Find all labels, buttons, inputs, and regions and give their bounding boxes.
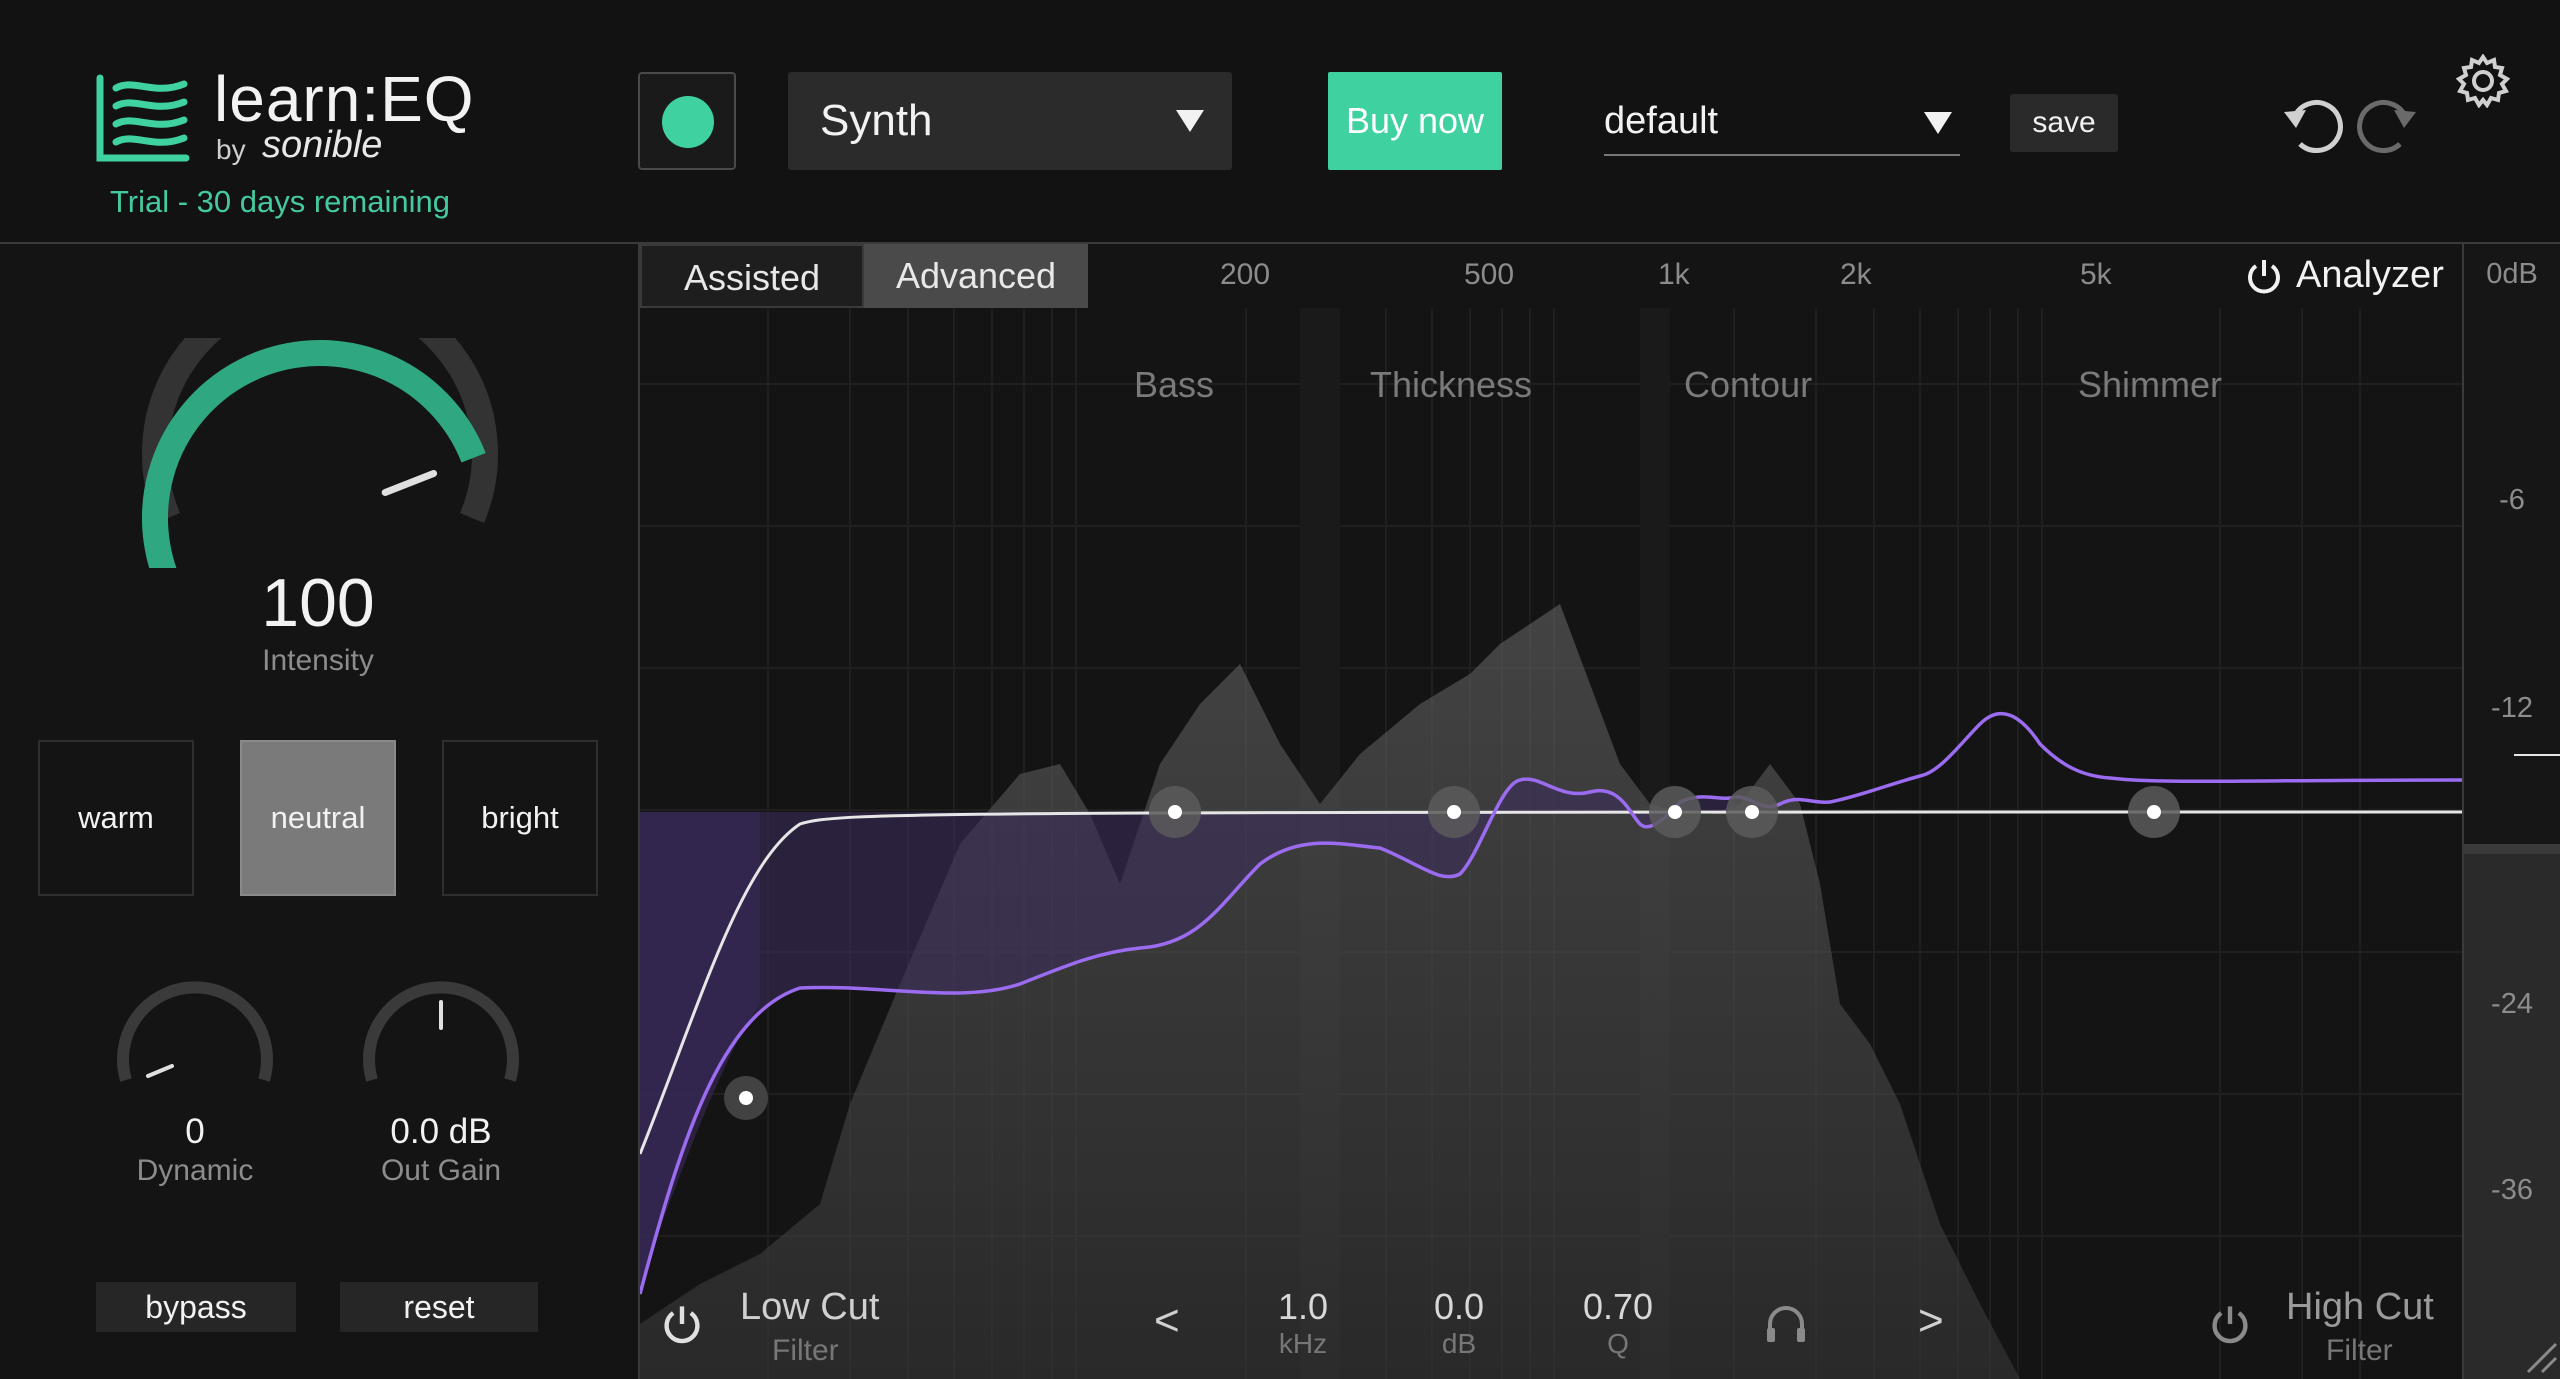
trial-status: Trial - 30 days remaining bbox=[110, 184, 450, 219]
power-icon[interactable] bbox=[2244, 256, 2284, 296]
high-cut-label[interactable]: High Cut bbox=[2286, 1286, 2434, 1329]
logo-by: by bbox=[216, 134, 246, 165]
gear-icon[interactable] bbox=[2456, 54, 2510, 108]
eq-node-dot bbox=[1168, 805, 1182, 819]
profile-type-value: Synth bbox=[820, 96, 933, 145]
analyzer-toggle[interactable]: Analyzer bbox=[2296, 254, 2444, 297]
eq-node-dot bbox=[2147, 805, 2161, 819]
param-gain-unit: dB bbox=[1441, 1328, 1477, 1359]
freq-label: 1k bbox=[1658, 258, 1690, 291]
param-gain-value[interactable]: 0.0 bbox=[1416, 1286, 1502, 1328]
high-cut-sub: Filter bbox=[2326, 1334, 2393, 1367]
save-preset-button[interactable]: save bbox=[2010, 94, 2118, 152]
power-icon[interactable] bbox=[660, 1302, 704, 1346]
logo-waves-icon bbox=[96, 74, 190, 162]
intensity-knob[interactable] bbox=[140, 338, 500, 568]
eq-node-dot bbox=[1447, 805, 1461, 819]
left-panel: 100 Intensity warm neutral bright 0 Dyna… bbox=[0, 244, 638, 1379]
out-gain-label: Out Gain bbox=[380, 1154, 502, 1187]
low-cut-label[interactable]: Low Cut bbox=[740, 1286, 879, 1329]
tab-advanced[interactable]: Advanced bbox=[864, 244, 1088, 308]
preset-dropdown[interactable]: default bbox=[1604, 90, 1960, 156]
freq-label: 2k bbox=[1840, 258, 1872, 291]
param-q-value[interactable]: 0.70 bbox=[1566, 1286, 1670, 1328]
logo-brand: sonible bbox=[262, 124, 383, 166]
reset-button[interactable]: reset bbox=[340, 1282, 538, 1332]
next-node-button[interactable]: > bbox=[1918, 1296, 1944, 1346]
tab-assisted[interactable]: Assisted bbox=[640, 244, 864, 308]
resize-grip-icon[interactable] bbox=[2522, 1338, 2558, 1374]
dropdown-caret-icon bbox=[1176, 110, 1204, 132]
power-icon[interactable] bbox=[2208, 1302, 2252, 1346]
preset-value: default bbox=[1604, 100, 1719, 142]
eq-curve-display[interactable] bbox=[640, 244, 2464, 1379]
eq-node-dot bbox=[1668, 805, 1682, 819]
out-gain-value: 0.0 dB bbox=[390, 1112, 492, 1151]
prev-node-button[interactable]: < bbox=[1154, 1296, 1180, 1346]
bypass-button[interactable]: bypass bbox=[96, 1282, 296, 1332]
meter-level-tick bbox=[2514, 754, 2560, 756]
db-label: 0dB bbox=[2486, 258, 2538, 290]
db-label: -6 bbox=[2499, 484, 2525, 516]
buy-now-button[interactable]: Buy now bbox=[1328, 72, 1502, 170]
param-q-unit: Q bbox=[1607, 1328, 1629, 1359]
intensity-label: Intensity bbox=[262, 644, 374, 677]
record-dot-icon bbox=[662, 96, 714, 148]
band-label-thickness: Thickness bbox=[1370, 364, 1533, 405]
meter-peak bbox=[2464, 844, 2560, 854]
out-gain-knob[interactable] bbox=[356, 980, 526, 1100]
freq-label: 500 bbox=[1464, 258, 1515, 291]
param-frequency-unit: kHz bbox=[1278, 1328, 1328, 1359]
warm-button[interactable]: warm bbox=[38, 740, 194, 896]
band-label-shimmer: Shimmer bbox=[2078, 364, 2223, 405]
eq-node-dot bbox=[739, 1091, 753, 1105]
dynamic-value: 0 bbox=[185, 1112, 205, 1151]
undo-icon[interactable] bbox=[2280, 94, 2346, 156]
freq-label: 5k bbox=[2080, 258, 2112, 291]
dynamic-label: Dynamic bbox=[136, 1154, 254, 1187]
band-label-bass: Bass bbox=[1134, 364, 1215, 405]
db-label: -36 bbox=[2491, 1174, 2533, 1206]
header: learn:EQ by sonible Trial - 30 days rema… bbox=[0, 0, 2560, 244]
freq-label: 200 bbox=[1220, 258, 1271, 291]
learn-record-button[interactable] bbox=[638, 72, 736, 170]
band-label-contour: Contour bbox=[1684, 364, 1813, 405]
output-meter: 0dB -6 -12 -24 -36 bbox=[2462, 244, 2560, 1379]
param-frequency-value[interactable]: 1.0 bbox=[1260, 1286, 1346, 1328]
redo-icon[interactable] bbox=[2354, 94, 2420, 156]
neutral-button[interactable]: neutral bbox=[240, 740, 396, 896]
eq-node-dot bbox=[1745, 805, 1759, 819]
low-cut-sub: Filter bbox=[772, 1334, 839, 1367]
meter-bar bbox=[2464, 844, 2560, 1379]
headphones-icon[interactable] bbox=[1764, 1304, 1808, 1344]
db-label: -24 bbox=[2491, 988, 2533, 1020]
intensity-value: 100 bbox=[261, 565, 375, 641]
dynamic-knob[interactable] bbox=[110, 980, 280, 1100]
dropdown-caret-icon bbox=[1924, 112, 1952, 134]
eq-graph[interactable]: Assisted Advanced 200 500 1k 2k 5k Analy… bbox=[638, 244, 2464, 1379]
bright-button[interactable]: bright bbox=[442, 740, 598, 896]
profile-type-dropdown[interactable]: Synth bbox=[788, 72, 1232, 170]
db-label: -12 bbox=[2491, 692, 2533, 724]
